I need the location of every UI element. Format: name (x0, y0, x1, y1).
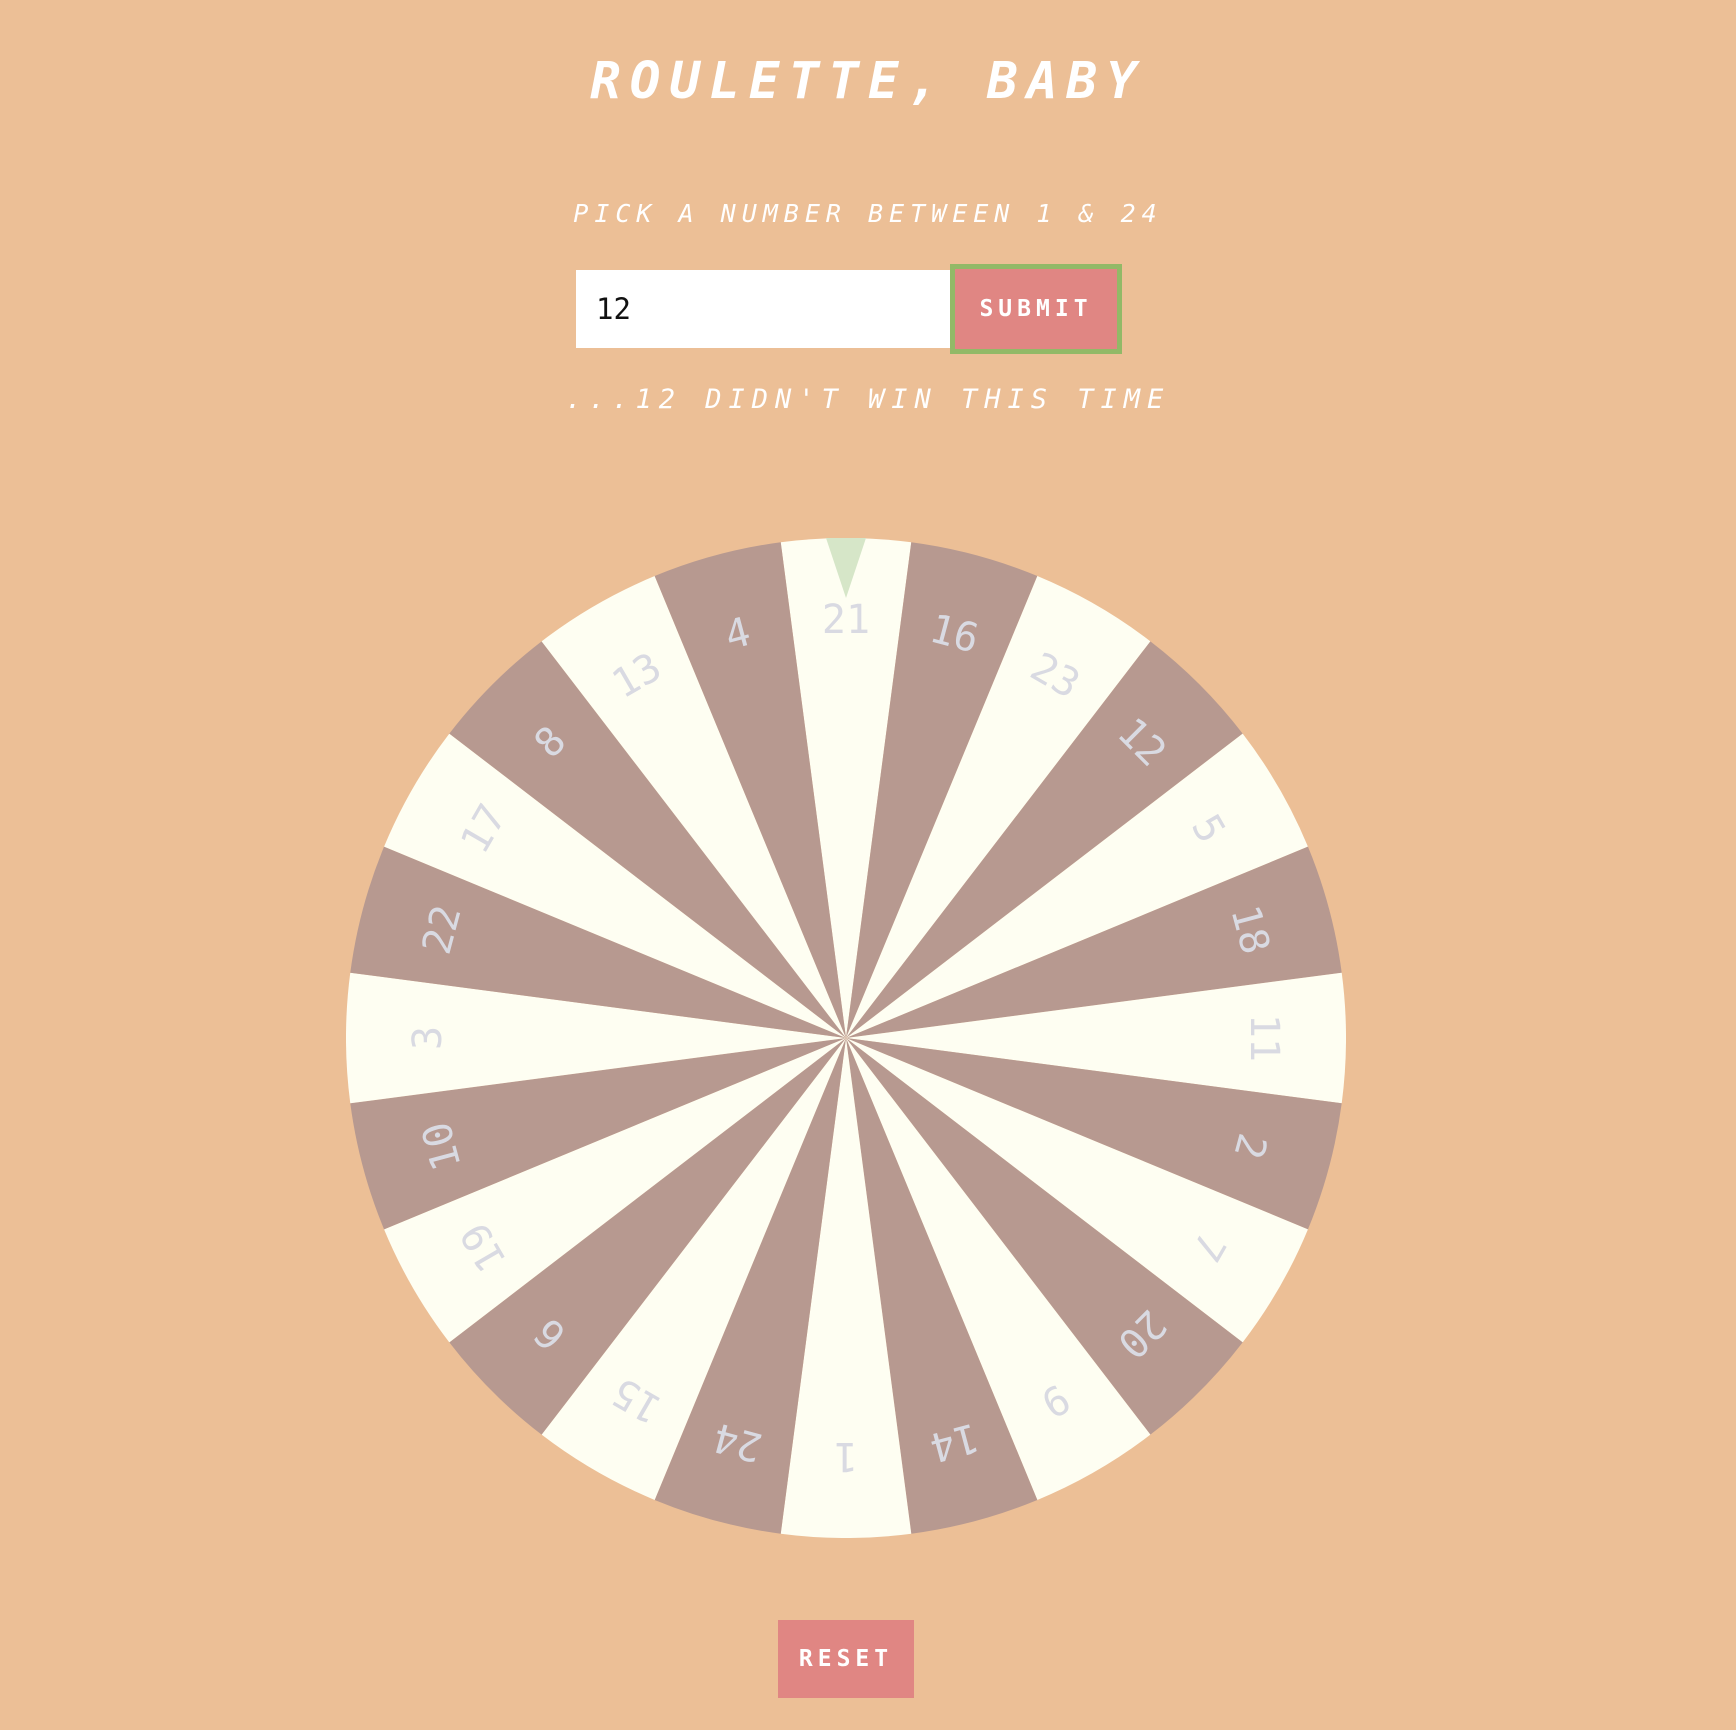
wheel-segments (346, 538, 1346, 1538)
instructions-text: PICK A NUMBER BETWEEN 1 & 24 (573, 199, 1163, 228)
wheel-number-label: 3 (405, 1026, 451, 1050)
wheel-number-label: 11 (1241, 1014, 1287, 1062)
number-input[interactable] (576, 270, 950, 348)
reset-button[interactable]: RESET (778, 1620, 914, 1698)
wheel-number-label: 1 (834, 1433, 858, 1479)
wheel-number-label: 21 (822, 597, 870, 643)
submit-button[interactable]: SUBMIT (950, 264, 1122, 354)
result-message: ...12 DIDN'T WIN THIS TIME (565, 384, 1171, 415)
page-title: ROULETTE, BABY (590, 52, 1146, 111)
wheel-graphic: 21 1623125181127209141241561910322178134 (346, 538, 1346, 1538)
roulette-wheel: 21 16 23 12 5 18 11 2 7 20 9 14 1 24 15 6 19 10 3 22 17 8 13 4 (346, 538, 1346, 1538)
